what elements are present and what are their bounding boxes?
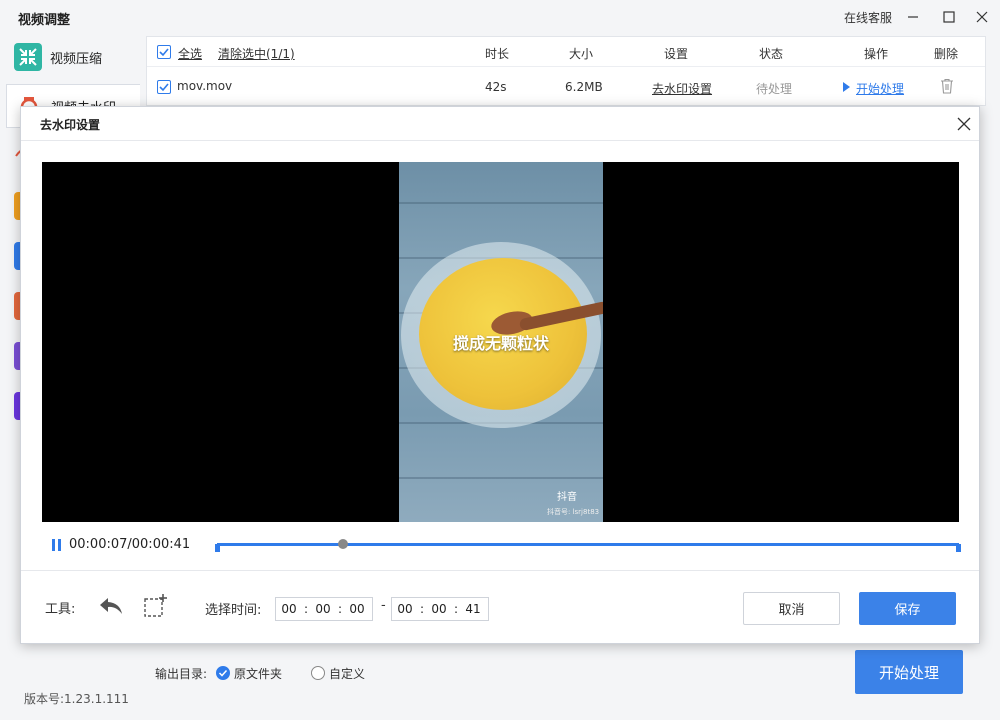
radio-label: 自定义 [329,667,366,681]
video-watermark-logo: 抖音 [557,492,577,503]
output-dir-label: 输出目录: [155,667,208,681]
table-row: mov.mov 42s 6.2MB 去水印设置 待处理 开始处理 [147,68,985,106]
compress-icon [14,43,42,71]
timeline-playhead[interactable] [338,539,349,549]
select-all-checkbox[interactable] [157,45,171,59]
cancel-button[interactable]: 取消 [743,592,840,625]
time-separator: : [419,602,425,616]
radio-label: 原文件夹 [234,667,283,681]
time-separator: : [337,602,343,616]
time-separator: : [303,602,309,616]
timeline-start-handle[interactable] [215,544,220,552]
playback-time: 00:00:07/00:00:41 [69,537,191,552]
online-support-link[interactable]: 在线客服 [844,9,892,26]
dialog-divider [21,570,979,571]
tools-label: 工具: [45,602,76,617]
start-time-input[interactable]: 00 : 00 : 00 [275,597,373,621]
column-header: 时长 [485,47,510,61]
table-header: 全选 清除选中(1/1) 时长 大小 设置 状态 操作 删除 [147,37,985,67]
end-minutes[interactable]: 00 [426,602,452,616]
column-header: 删除 [934,47,959,61]
select-all-link[interactable]: 全选 [178,45,202,62]
dialog-title: 去水印设置 [40,118,101,132]
video-frame: 搅成无颗粒状 抖音 抖音号: lsrj8t83 [399,162,603,522]
clear-selection-link[interactable]: 清除选中(1/1) [218,45,295,62]
end-seconds[interactable]: 41 [460,602,486,616]
radio-original-folder[interactable] [216,666,230,680]
title-bar: 视频调整 在线客服 [0,0,1000,34]
time-separator: : [453,602,459,616]
app-title: 视频调整 [18,13,71,28]
column-header: 大小 [569,47,594,61]
dialog-close-icon[interactable] [955,115,973,133]
end-time-input[interactable]: 00 : 00 : 41 [391,597,489,621]
end-hours[interactable]: 00 [392,602,418,616]
start-process-button[interactable]: 开始处理 [855,650,963,694]
timeline-track[interactable] [217,543,959,546]
close-icon[interactable] [973,8,991,26]
watermark-settings-link[interactable]: 去水印设置 [652,80,712,97]
trash-icon[interactable] [939,78,955,97]
start-seconds[interactable]: 00 [344,602,370,616]
sidebar-item-label: 视频压缩 [50,51,103,67]
save-button[interactable]: 保存 [859,592,956,625]
column-header: 设置 [664,47,689,61]
radio-custom-folder[interactable] [311,666,325,680]
file-size: 6.2MB [565,80,603,94]
column-header: 操作 [864,47,889,61]
video-caption: 搅成无颗粒状 [452,334,549,353]
pause-icon[interactable] [51,538,63,552]
timeline-end-handle[interactable] [956,544,961,552]
time-select-label: 选择时间: [205,603,262,618]
watermark-settings-dialog: 去水印设置 搅成无颗粒状 抖音 抖音号: lsrj8t83 00:00:07/0… [20,106,980,644]
status-text: 待处理 [756,82,793,96]
video-watermark-id: 抖音号: lsrj8t83 [547,508,600,516]
file-table: 全选 清除选中(1/1) 时长 大小 设置 状态 操作 删除 mov.mov 4… [146,36,986,106]
undo-icon[interactable] [97,593,125,619]
dialog-header: 去水印设置 [21,107,979,141]
time-range-dash: - [381,598,386,613]
row-checkbox[interactable] [157,80,171,94]
version-label: 版本号:1.23.1.111 [24,692,129,706]
video-preview[interactable]: 搅成无颗粒状 抖音 抖音号: lsrj8t83 [42,162,959,522]
sidebar-item-compress[interactable]: 视频压缩 [6,36,140,78]
maximize-icon[interactable] [940,8,958,26]
start-process-link[interactable]: 开始处理 [856,80,904,97]
column-header: 状态 [759,47,784,61]
file-duration: 42s [485,80,507,94]
play-icon [842,80,851,96]
start-hours[interactable]: 00 [276,602,302,616]
start-minutes[interactable]: 00 [310,602,336,616]
file-name: mov.mov [177,79,233,93]
select-region-icon[interactable] [141,593,169,619]
minimize-icon[interactable] [904,8,922,26]
